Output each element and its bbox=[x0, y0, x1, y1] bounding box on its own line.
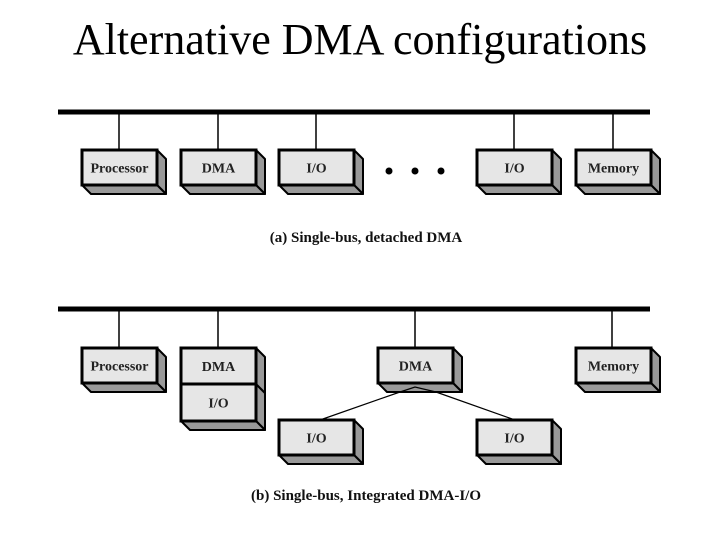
box-label: I/O bbox=[208, 397, 228, 412]
box-dma-a: DMA bbox=[179, 148, 266, 195]
box-io-left: I/O bbox=[277, 418, 364, 465]
caption-b: (b) Single-bus, Integrated DMA-I/O bbox=[251, 488, 481, 504]
io-link-right bbox=[435, 391, 516, 421]
io-link-left bbox=[319, 391, 401, 421]
box-label: Processor bbox=[90, 162, 148, 177]
box-label: I/O bbox=[504, 432, 524, 447]
ellipsis-dot bbox=[437, 167, 445, 175]
box-label: DMA bbox=[399, 360, 433, 375]
box-processor-a: Processor bbox=[80, 148, 167, 195]
box-memory-a: Memory bbox=[574, 148, 661, 195]
dma-diagram: Processor DMA I/O I/O Memory (a) Single-bus, … bbox=[58, 109, 661, 504]
box-label: Processor bbox=[90, 360, 148, 375]
ellipsis-dot bbox=[411, 167, 419, 175]
ellipsis-dot bbox=[385, 167, 393, 175]
box-processor-b: Processor bbox=[80, 346, 167, 393]
box-io-right: I/O bbox=[475, 418, 562, 465]
box-label: Memory bbox=[588, 360, 639, 375]
box-label: Memory bbox=[588, 162, 639, 177]
box-label: I/O bbox=[504, 162, 524, 177]
box-io-integrated: I/O bbox=[179, 382, 266, 431]
box-memory-b: Memory bbox=[574, 346, 661, 393]
box-dma-shared: DMA bbox=[376, 346, 463, 393]
box-label: DMA bbox=[202, 162, 236, 177]
box-label: I/O bbox=[306, 432, 326, 447]
caption-a: (a) Single-bus, detached DMA bbox=[270, 230, 463, 246]
box-label: DMA bbox=[202, 360, 236, 375]
box-io-1-a: I/O bbox=[277, 148, 364, 195]
box-label: I/O bbox=[306, 162, 326, 177]
box-io-2-a: I/O bbox=[475, 148, 562, 195]
